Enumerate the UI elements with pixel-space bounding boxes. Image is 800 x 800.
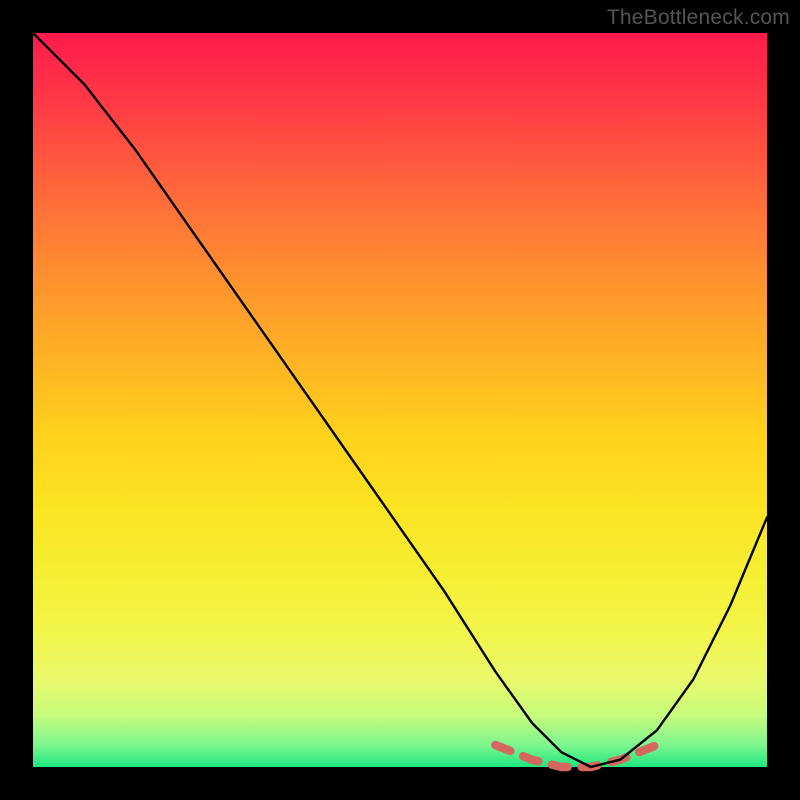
bottleneck-curve-path: [33, 33, 767, 767]
plot-area: [33, 33, 767, 767]
watermark-text: TheBottleneck.com: [607, 6, 790, 30]
curve-svg: [33, 33, 767, 767]
chart-frame: TheBottleneck.com: [0, 0, 800, 800]
